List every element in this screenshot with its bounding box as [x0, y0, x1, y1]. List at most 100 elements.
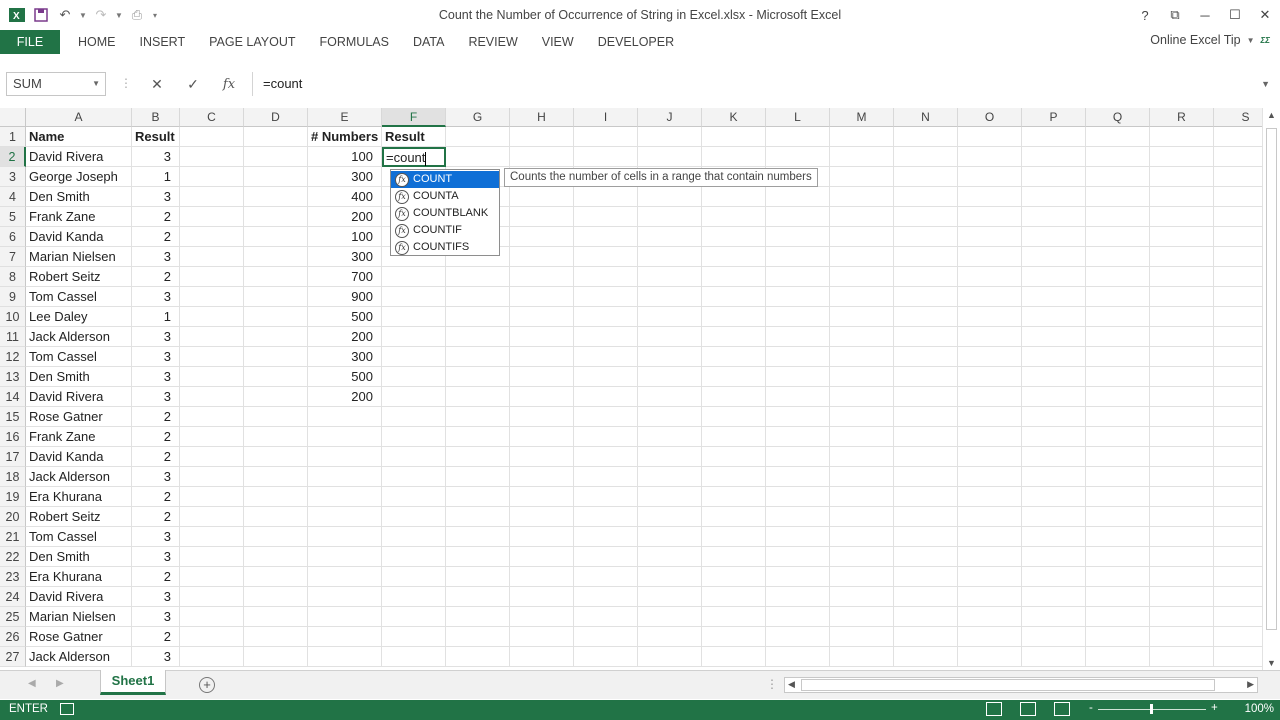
cell-j7[interactable]	[638, 247, 702, 267]
cell-j19[interactable]	[638, 487, 702, 507]
cell-m4[interactable]	[830, 187, 894, 207]
cell-p23[interactable]	[1022, 567, 1086, 587]
cell-j11[interactable]	[638, 327, 702, 347]
cell-d8[interactable]	[244, 267, 308, 287]
cell-o13[interactable]	[958, 367, 1022, 387]
row-header-8[interactable]: 8	[0, 267, 26, 287]
cell-m10[interactable]	[830, 307, 894, 327]
cell-a8[interactable]: Robert Seitz	[26, 267, 132, 287]
cell-h19[interactable]	[510, 487, 574, 507]
cell-h22[interactable]	[510, 547, 574, 567]
prev-sheet-icon[interactable]: ◀	[28, 678, 36, 689]
macro-recording-icon[interactable]	[60, 703, 74, 715]
tab-developer[interactable]: DEVELOPER	[586, 30, 686, 54]
cell-p10[interactable]	[1022, 307, 1086, 327]
cell-a26[interactable]: Rose Gatner	[26, 627, 132, 647]
cell-f27[interactable]	[382, 647, 446, 667]
cell-n16[interactable]	[894, 427, 958, 447]
cell-a4[interactable]: Den Smith	[26, 187, 132, 207]
cell-g18[interactable]	[446, 467, 510, 487]
cell-f19[interactable]	[382, 487, 446, 507]
cell-f9[interactable]	[382, 287, 446, 307]
cell-l5[interactable]	[766, 207, 830, 227]
cell-h1[interactable]	[510, 127, 574, 147]
cell-d12[interactable]	[244, 347, 308, 367]
cell-g8[interactable]	[446, 267, 510, 287]
cell-m16[interactable]	[830, 427, 894, 447]
active-cell-editor[interactable]: =count	[382, 147, 446, 167]
cell-e23[interactable]	[308, 567, 382, 587]
cell-r9[interactable]	[1150, 287, 1214, 307]
cell-c20[interactable]	[180, 507, 244, 527]
row-header-17[interactable]: 17	[0, 447, 26, 467]
cell-m24[interactable]	[830, 587, 894, 607]
column-header-m[interactable]: M	[830, 108, 894, 127]
cell-n21[interactable]	[894, 527, 958, 547]
row-header-13[interactable]: 13	[0, 367, 26, 387]
cell-o11[interactable]	[958, 327, 1022, 347]
cell-h18[interactable]	[510, 467, 574, 487]
cell-e19[interactable]	[308, 487, 382, 507]
cell-a14[interactable]: David Rivera	[26, 387, 132, 407]
cell-r13[interactable]	[1150, 367, 1214, 387]
column-header-l[interactable]: L	[766, 108, 830, 127]
tab-formulas[interactable]: FORMULAS	[308, 30, 401, 54]
cell-r11[interactable]	[1150, 327, 1214, 347]
name-box[interactable]: SUM ▼	[6, 72, 106, 96]
column-header-r[interactable]: R	[1150, 108, 1214, 127]
cell-g25[interactable]	[446, 607, 510, 627]
cell-i1[interactable]	[574, 127, 638, 147]
cell-p15[interactable]	[1022, 407, 1086, 427]
cell-m8[interactable]	[830, 267, 894, 287]
cell-j26[interactable]	[638, 627, 702, 647]
cell-h24[interactable]	[510, 587, 574, 607]
cell-a22[interactable]: Den Smith	[26, 547, 132, 567]
cell-p20[interactable]	[1022, 507, 1086, 527]
cell-j9[interactable]	[638, 287, 702, 307]
cell-m25[interactable]	[830, 607, 894, 627]
zoom-slider-knob[interactable]	[1150, 704, 1153, 714]
cell-l27[interactable]	[766, 647, 830, 667]
cell-h11[interactable]	[510, 327, 574, 347]
cell-c16[interactable]	[180, 427, 244, 447]
tab-view[interactable]: VIEW	[530, 30, 586, 54]
cell-p16[interactable]	[1022, 427, 1086, 447]
cell-b14[interactable]: 3	[132, 387, 180, 407]
cell-c24[interactable]	[180, 587, 244, 607]
cell-d27[interactable]	[244, 647, 308, 667]
cell-f11[interactable]	[382, 327, 446, 347]
cell-d23[interactable]	[244, 567, 308, 587]
cell-l25[interactable]	[766, 607, 830, 627]
cell-l4[interactable]	[766, 187, 830, 207]
cell-b1[interactable]: Result	[132, 127, 180, 147]
cell-o23[interactable]	[958, 567, 1022, 587]
cell-b10[interactable]: 1	[132, 307, 180, 327]
cell-b22[interactable]: 3	[132, 547, 180, 567]
cell-l8[interactable]	[766, 267, 830, 287]
cell-e18[interactable]	[308, 467, 382, 487]
cell-o12[interactable]	[958, 347, 1022, 367]
cell-m21[interactable]	[830, 527, 894, 547]
cell-o7[interactable]	[958, 247, 1022, 267]
cell-a23[interactable]: Era Khurana	[26, 567, 132, 587]
cell-d10[interactable]	[244, 307, 308, 327]
cell-l17[interactable]	[766, 447, 830, 467]
row-header-9[interactable]: 9	[0, 287, 26, 307]
cell-a12[interactable]: Tom Cassel	[26, 347, 132, 367]
cell-o16[interactable]	[958, 427, 1022, 447]
cell-o3[interactable]	[958, 167, 1022, 187]
cell-d24[interactable]	[244, 587, 308, 607]
cell-p1[interactable]	[1022, 127, 1086, 147]
cell-h20[interactable]	[510, 507, 574, 527]
cell-r8[interactable]	[1150, 267, 1214, 287]
cell-k24[interactable]	[702, 587, 766, 607]
cell-c25[interactable]	[180, 607, 244, 627]
cell-f12[interactable]	[382, 347, 446, 367]
row-header-27[interactable]: 27	[0, 647, 26, 667]
cell-b15[interactable]: 2	[132, 407, 180, 427]
column-header-p[interactable]: P	[1022, 108, 1086, 127]
scroll-left-icon[interactable]: ◀	[788, 679, 795, 690]
cell-o2[interactable]	[958, 147, 1022, 167]
row-header-6[interactable]: 6	[0, 227, 26, 247]
cell-p2[interactable]	[1022, 147, 1086, 167]
